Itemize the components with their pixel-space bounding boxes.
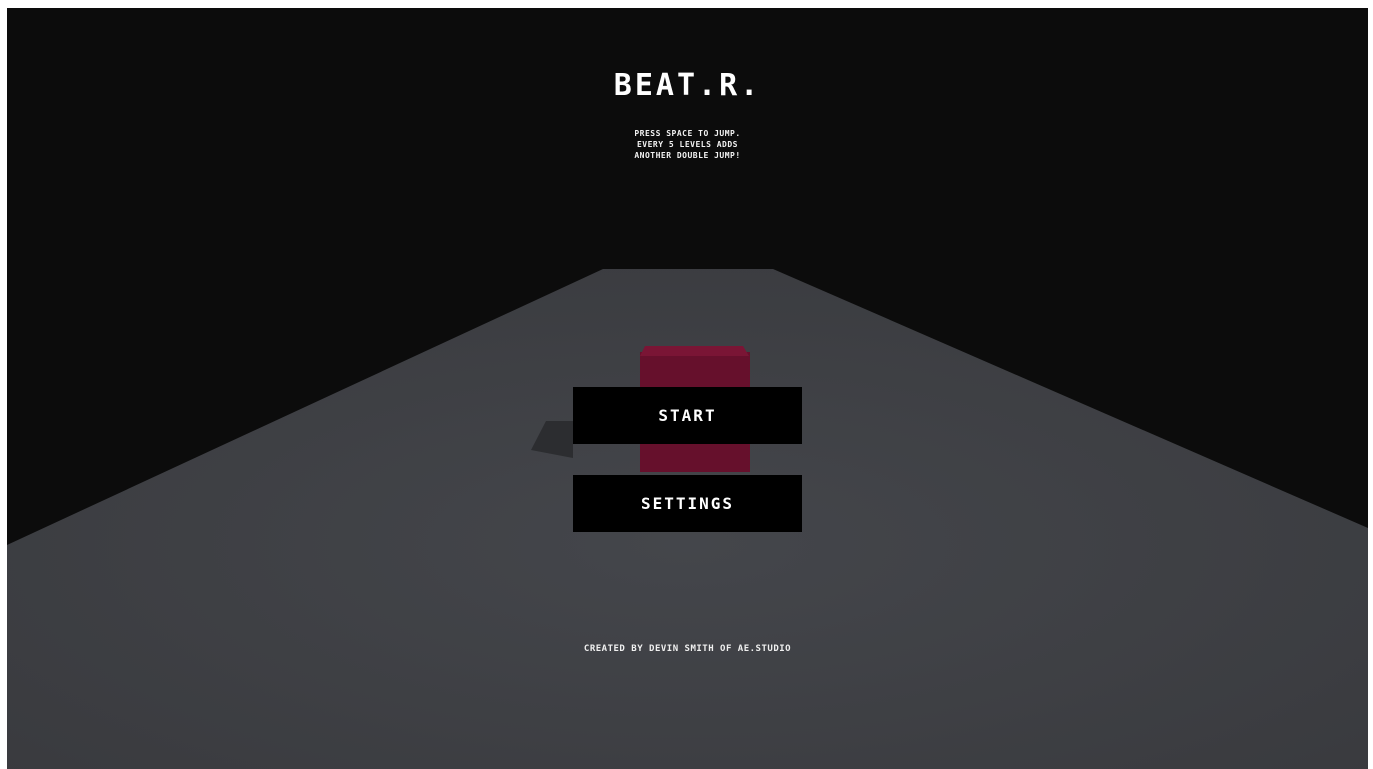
game-title: BEAT.R. <box>613 68 762 103</box>
instruction-line: EVERY 5 LEVELS ADDS <box>636 140 738 149</box>
credits-text: CREATED BY DEVIN SMITH OF AE.STUDIO <box>583 644 792 654</box>
instructions: PRESS SPACE TO JUMP. EVERY 5 LEVELS ADDS… <box>7 128 1368 161</box>
cube-top <box>640 346 749 356</box>
game-viewport: BEAT.R. PRESS SPACE TO JUMP. EVERY 5 LEV… <box>7 8 1368 769</box>
instruction-line: PRESS SPACE TO JUMP. <box>634 129 741 138</box>
start-button[interactable]: START <box>573 387 802 444</box>
settings-button[interactable]: SETTINGS <box>573 475 802 532</box>
instruction-line: ANOTHER DOUBLE JUMP! <box>634 151 741 160</box>
